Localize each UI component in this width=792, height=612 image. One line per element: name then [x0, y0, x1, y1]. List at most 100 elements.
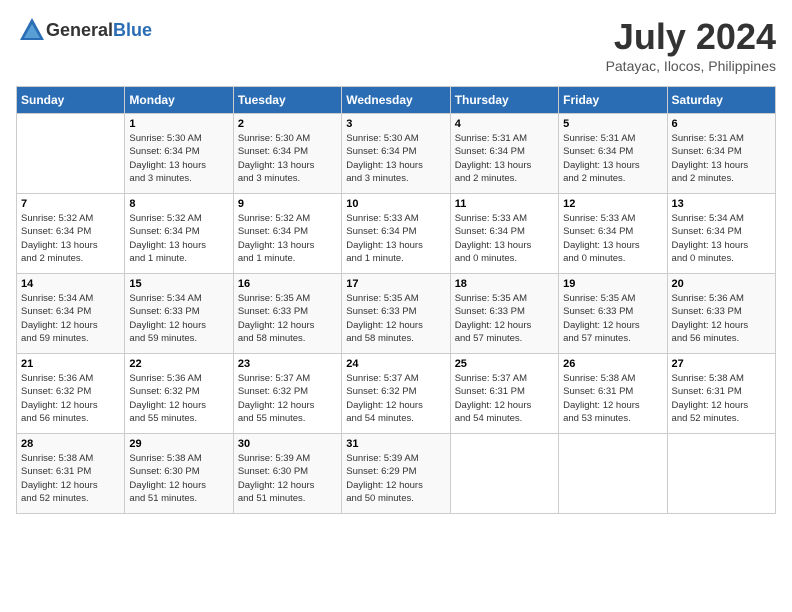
day-number: 23 — [238, 358, 337, 370]
calendar-cell: 26 Sunrise: 5:38 AM Sunset: 6:31 PM Dayli… — [559, 354, 667, 434]
day-info: Sunrise: 5:38 AM Sunset: 6:30 PM Dayligh… — [129, 452, 228, 505]
column-header-monday: Monday — [125, 87, 233, 114]
day-number: 4 — [455, 118, 554, 130]
day-info: Sunrise: 5:35 AM Sunset: 6:33 PM Dayligh… — [563, 292, 662, 345]
month-year-title: July 2024 — [606, 16, 776, 58]
day-number: 29 — [129, 438, 228, 450]
day-number: 3 — [346, 118, 445, 130]
day-number: 17 — [346, 278, 445, 290]
day-info: Sunrise: 5:35 AM Sunset: 6:33 PM Dayligh… — [346, 292, 445, 345]
day-info: Sunrise: 5:35 AM Sunset: 6:33 PM Dayligh… — [455, 292, 554, 345]
logo-icon — [18, 16, 46, 44]
column-header-wednesday: Wednesday — [342, 87, 450, 114]
calendar-cell — [667, 434, 775, 514]
day-number: 26 — [563, 358, 662, 370]
week-row-1: 1 Sunrise: 5:30 AM Sunset: 6:34 PM Daylig… — [17, 114, 776, 194]
day-number: 8 — [129, 198, 228, 210]
title-block: July 2024 Patayac, Ilocos, Philippines — [606, 16, 776, 74]
calendar-cell: 21 Sunrise: 5:36 AM Sunset: 6:32 PM Dayli… — [17, 354, 125, 434]
day-number: 21 — [21, 358, 120, 370]
calendar-cell: 25 Sunrise: 5:37 AM Sunset: 6:31 PM Dayli… — [450, 354, 558, 434]
calendar-cell: 29 Sunrise: 5:38 AM Sunset: 6:30 PM Dayli… — [125, 434, 233, 514]
day-number: 30 — [238, 438, 337, 450]
calendar-cell — [450, 434, 558, 514]
calendar-cell: 17 Sunrise: 5:35 AM Sunset: 6:33 PM Dayli… — [342, 274, 450, 354]
calendar-cell: 30 Sunrise: 5:39 AM Sunset: 6:30 PM Dayli… — [233, 434, 341, 514]
day-number: 16 — [238, 278, 337, 290]
calendar-cell: 15 Sunrise: 5:34 AM Sunset: 6:33 PM Dayli… — [125, 274, 233, 354]
day-number: 2 — [238, 118, 337, 130]
calendar-cell: 20 Sunrise: 5:36 AM Sunset: 6:33 PM Dayli… — [667, 274, 775, 354]
day-info: Sunrise: 5:30 AM Sunset: 6:34 PM Dayligh… — [238, 132, 337, 185]
day-info: Sunrise: 5:31 AM Sunset: 6:34 PM Dayligh… — [563, 132, 662, 185]
calendar-cell: 8 Sunrise: 5:32 AM Sunset: 6:34 PM Daylig… — [125, 194, 233, 274]
calendar-cell — [17, 114, 125, 194]
day-info: Sunrise: 5:36 AM Sunset: 6:32 PM Dayligh… — [129, 372, 228, 425]
day-info: Sunrise: 5:32 AM Sunset: 6:34 PM Dayligh… — [129, 212, 228, 265]
day-info: Sunrise: 5:36 AM Sunset: 6:33 PM Dayligh… — [672, 292, 771, 345]
calendar-cell: 7Sunrise: 5:32 AM Sunset: 6:34 PM Daylig… — [17, 194, 125, 274]
day-info: Sunrise: 5:36 AM Sunset: 6:32 PM Dayligh… — [21, 372, 120, 425]
day-info: Sunrise: 5:33 AM Sunset: 6:34 PM Dayligh… — [563, 212, 662, 265]
calendar-cell: 14Sunrise: 5:34 AM Sunset: 6:34 PM Dayli… — [17, 274, 125, 354]
calendar-header-row: SundayMondayTuesdayWednesdayThursdayFrid… — [17, 87, 776, 114]
calendar-cell: 9 Sunrise: 5:32 AM Sunset: 6:34 PM Daylig… — [233, 194, 341, 274]
calendar-cell: 2 Sunrise: 5:30 AM Sunset: 6:34 PM Daylig… — [233, 114, 341, 194]
day-number: 20 — [672, 278, 771, 290]
day-info: Sunrise: 5:37 AM Sunset: 6:31 PM Dayligh… — [455, 372, 554, 425]
day-info: Sunrise: 5:30 AM Sunset: 6:34 PM Dayligh… — [129, 132, 228, 185]
calendar-cell: 3 Sunrise: 5:30 AM Sunset: 6:34 PM Daylig… — [342, 114, 450, 194]
day-info: Sunrise: 5:32 AM Sunset: 6:34 PM Dayligh… — [238, 212, 337, 265]
day-info: Sunrise: 5:38 AM Sunset: 6:31 PM Dayligh… — [563, 372, 662, 425]
day-number: 27 — [672, 358, 771, 370]
calendar-cell: 11Sunrise: 5:33 AM Sunset: 6:34 PM Dayli… — [450, 194, 558, 274]
day-number: 1 — [129, 118, 228, 130]
day-number: 9 — [238, 198, 337, 210]
week-row-4: 21 Sunrise: 5:36 AM Sunset: 6:32 PM Dayli… — [17, 354, 776, 434]
day-info: Sunrise: 5:33 AM Sunset: 6:34 PM Dayligh… — [346, 212, 445, 265]
calendar-cell: 1 Sunrise: 5:30 AM Sunset: 6:34 PM Daylig… — [125, 114, 233, 194]
day-info: Sunrise: 5:31 AM Sunset: 6:34 PM Dayligh… — [672, 132, 771, 185]
day-info: Sunrise: 5:37 AM Sunset: 6:32 PM Dayligh… — [346, 372, 445, 425]
page-header: GeneralBlue July 2024 Patayac, Ilocos, P… — [16, 16, 776, 74]
column-header-thursday: Thursday — [450, 87, 558, 114]
column-header-friday: Friday — [559, 87, 667, 114]
day-number: 15 — [129, 278, 228, 290]
calendar-cell: 19 Sunrise: 5:35 AM Sunset: 6:33 PM Dayli… — [559, 274, 667, 354]
calendar-cell: 24Sunrise: 5:37 AM Sunset: 6:32 PM Dayli… — [342, 354, 450, 434]
day-number: 12 — [563, 198, 662, 210]
day-number: 25 — [455, 358, 554, 370]
calendar-cell: 5Sunrise: 5:31 AM Sunset: 6:34 PM Daylig… — [559, 114, 667, 194]
day-number: 11 — [455, 198, 554, 210]
day-info: Sunrise: 5:38 AM Sunset: 6:31 PM Dayligh… — [672, 372, 771, 425]
calendar-cell: 18 Sunrise: 5:35 AM Sunset: 6:33 PM Dayli… — [450, 274, 558, 354]
calendar-cell — [559, 434, 667, 514]
day-info: Sunrise: 5:34 AM Sunset: 6:34 PM Dayligh… — [672, 212, 771, 265]
calendar-cell: 16 Sunrise: 5:35 AM Sunset: 6:33 PM Dayli… — [233, 274, 341, 354]
day-number: 18 — [455, 278, 554, 290]
day-info: Sunrise: 5:39 AM Sunset: 6:29 PM Dayligh… — [346, 452, 445, 505]
day-info: Sunrise: 5:30 AM Sunset: 6:34 PM Dayligh… — [346, 132, 445, 185]
logo-general-text: General — [46, 20, 113, 40]
calendar-cell: 27 Sunrise: 5:38 AM Sunset: 6:31 PM Dayli… — [667, 354, 775, 434]
calendar-cell: 31Sunrise: 5:39 AM Sunset: 6:29 PM Dayli… — [342, 434, 450, 514]
column-header-tuesday: Tuesday — [233, 87, 341, 114]
calendar-cell: 28 Sunrise: 5:38 AM Sunset: 6:31 PM Dayli… — [17, 434, 125, 514]
day-number: 7 — [21, 198, 120, 210]
day-number: 28 — [21, 438, 120, 450]
calendar-cell: 23 Sunrise: 5:37 AM Sunset: 6:32 PM Dayli… — [233, 354, 341, 434]
column-header-sunday: Sunday — [17, 87, 125, 114]
calendar-cell: 10Sunrise: 5:33 AM Sunset: 6:34 PM Dayli… — [342, 194, 450, 274]
day-info: Sunrise: 5:39 AM Sunset: 6:30 PM Dayligh… — [238, 452, 337, 505]
day-info: Sunrise: 5:38 AM Sunset: 6:31 PM Dayligh… — [21, 452, 120, 505]
day-info: Sunrise: 5:37 AM Sunset: 6:32 PM Dayligh… — [238, 372, 337, 425]
day-info: Sunrise: 5:31 AM Sunset: 6:34 PM Dayligh… — [455, 132, 554, 185]
calendar-table: SundayMondayTuesdayWednesdayThursdayFrid… — [16, 86, 776, 514]
location-text: Patayac, Ilocos, Philippines — [606, 58, 776, 74]
day-info: Sunrise: 5:35 AM Sunset: 6:33 PM Dayligh… — [238, 292, 337, 345]
calendar-cell: 6Sunrise: 5:31 AM Sunset: 6:34 PM Daylig… — [667, 114, 775, 194]
day-number: 22 — [129, 358, 228, 370]
day-info: Sunrise: 5:34 AM Sunset: 6:33 PM Dayligh… — [129, 292, 228, 345]
logo-blue-text: Blue — [113, 20, 152, 40]
day-number: 19 — [563, 278, 662, 290]
